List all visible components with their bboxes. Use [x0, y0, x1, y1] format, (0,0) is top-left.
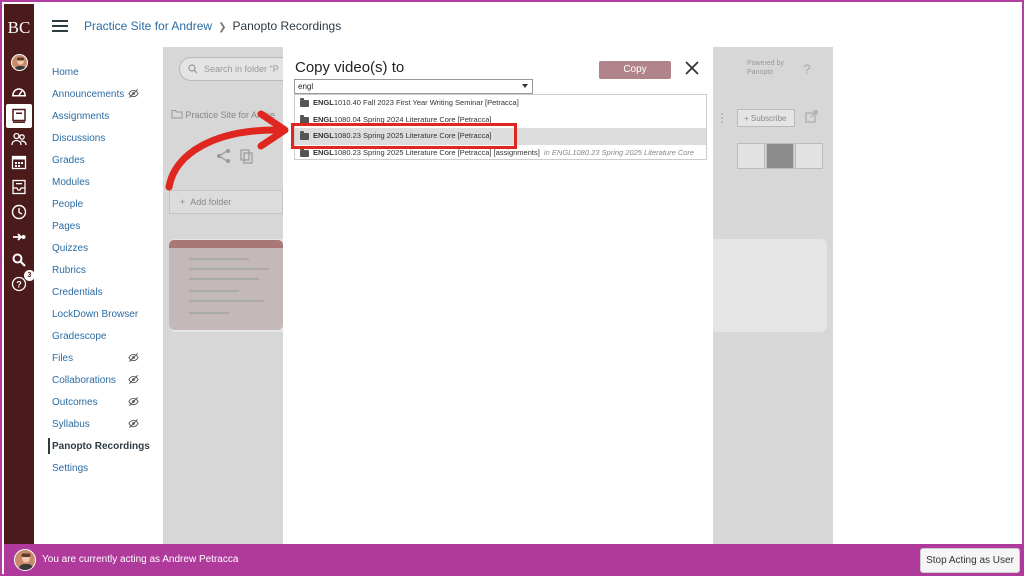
course-nav-grades[interactable]: Grades — [52, 154, 152, 176]
course-nav-quizzes[interactable]: Quizzes — [52, 242, 152, 264]
course-nav-announcements[interactable]: Announcements — [52, 88, 152, 110]
breadcrumb-course-link[interactable]: Practice Site for Andrew — [84, 19, 212, 33]
option-code: ENGL — [313, 98, 334, 107]
course-nav-label: Settings — [52, 463, 89, 474]
course-nav-pages[interactable]: Pages — [52, 220, 152, 242]
course-nav-lockdown-browser[interactable]: LockDown Browser — [52, 308, 152, 330]
session-thumbnail[interactable] — [169, 240, 283, 330]
subscribe-button[interactable]: + Subscribe — [737, 109, 795, 127]
acting-user-avatar — [14, 549, 36, 571]
course-nav-label: Rubrics — [52, 265, 86, 276]
dropdown-arrow-icon[interactable] — [522, 84, 528, 88]
course-nav-modules[interactable]: Modules — [52, 176, 152, 198]
destination-search-value: engl — [298, 82, 314, 91]
course-nav-label: Pages — [52, 221, 81, 232]
course-nav-rubrics[interactable]: Rubrics — [52, 264, 152, 286]
view-list-button[interactable] — [795, 143, 823, 169]
acting-as-message: You are currently acting as Andrew Petra… — [42, 554, 239, 565]
course-nav-people[interactable]: People — [52, 198, 152, 220]
course-nav-outcomes[interactable]: Outcomes — [52, 396, 152, 418]
dialog-title: Copy video(s) to — [295, 59, 405, 76]
course-nav-label: Credentials — [52, 287, 103, 298]
course-nav-label: Discussions — [52, 133, 106, 144]
course-nav-label: Grades — [52, 155, 85, 166]
search-icon — [188, 64, 198, 74]
add-folder-label: Add folder — [190, 197, 232, 207]
view-grid-button[interactable] — [737, 143, 765, 169]
subscribe-label: Subscribe — [750, 114, 787, 123]
course-nav-label: Assignments — [52, 111, 110, 122]
view-details-button[interactable] — [766, 143, 794, 169]
course-nav-panopto-recordings[interactable]: Panopto Recordings — [48, 438, 152, 462]
dashboard-icon[interactable] — [11, 84, 27, 100]
panopto-help-button[interactable]: ? — [803, 61, 811, 77]
folder-icon — [300, 147, 309, 157]
hidden-eye-icon — [128, 396, 139, 407]
svg-text:?: ? — [16, 280, 22, 290]
groups-icon[interactable] — [11, 131, 27, 147]
course-nav-discussions[interactable]: Discussions — [52, 132, 152, 154]
acting-as-user-bar: You are currently acting as Andrew Petra… — [4, 544, 1024, 576]
open-external-icon[interactable] — [805, 110, 818, 123]
course-nav-credentials[interactable]: Credentials — [52, 286, 152, 308]
screen-frame: BC ? 3 Practice Site for Andrew ❯ Panopt… — [0, 0, 1024, 576]
course-nav-label: Files — [52, 353, 74, 364]
option-name: 1010.40 Fall 2023 First Year Writing Sem… — [333, 98, 519, 107]
option-location: in ENGL1080.23 Spring 2025 Literature Co… — [543, 147, 695, 157]
course-nav-toggle-icon[interactable] — [52, 20, 68, 32]
course-nav-collaborations[interactable]: Collaborations — [52, 374, 152, 396]
course-nav-files[interactable]: Files — [52, 352, 152, 374]
institution-logo[interactable]: BC — [4, 18, 34, 38]
breadcrumb-separator-icon: ❯ — [218, 22, 227, 33]
external-tool-icon[interactable] — [11, 229, 27, 245]
help-notification-badge: 3 — [24, 270, 35, 281]
inbox-icon[interactable] — [11, 179, 27, 195]
course-nav-label: Modules — [52, 177, 90, 188]
folder-icon — [300, 98, 309, 107]
course-nav-label: LockDown Browser — [52, 309, 139, 320]
course-nav-label: People — [52, 199, 84, 210]
search-placeholder: Search in folder "P — [204, 64, 279, 74]
course-nav-label: Announcements — [52, 89, 125, 100]
course-nav-label: Home — [52, 67, 79, 78]
hidden-eye-icon — [128, 374, 139, 385]
search-icon[interactable] — [11, 252, 27, 268]
stop-acting-button[interactable]: Stop Acting as User — [920, 548, 1020, 573]
course-nav-home[interactable]: Home — [52, 66, 152, 88]
course-nav-label: Quizzes — [52, 243, 89, 254]
highlight-box — [291, 123, 517, 149]
copy-videos-dialog: Copy video(s) to Copy engl ENGL1010.40 F… — [283, 47, 713, 544]
course-nav-label: Panopto Recordings — [52, 441, 150, 452]
history-icon[interactable] — [11, 204, 27, 220]
course-nav-settings[interactable]: Settings — [52, 462, 152, 484]
course-nav-label: Outcomes — [52, 397, 98, 408]
breadcrumb: Practice Site for Andrew ❯ Panopto Recordi… — [84, 19, 341, 33]
course-nav-gradescope[interactable]: Gradescope — [52, 330, 152, 352]
global-nav: BC ? 3 — [4, 4, 35, 544]
copy-button[interactable]: Copy — [599, 61, 671, 79]
course-nav: Home Announcements Assignments Discussio… — [48, 66, 152, 484]
hidden-eye-icon — [128, 88, 139, 99]
course-nav-label: Gradescope — [52, 331, 107, 342]
hidden-eye-icon — [128, 418, 139, 429]
more-options-icon[interactable]: ⋮ — [716, 111, 728, 125]
hidden-eye-icon — [128, 352, 139, 363]
course-nav-assignments[interactable]: Assignments — [52, 110, 152, 132]
destination-option[interactable]: ENGL1010.40 Fall 2023 First Year Writing… — [295, 95, 706, 112]
account-avatar[interactable] — [11, 54, 28, 71]
destination-search-input[interactable]: engl — [294, 79, 533, 94]
course-nav-label: Syllabus — [52, 419, 90, 430]
panopto-search-input[interactable]: Search in folder "P — [179, 57, 299, 81]
annotation-arrow-icon — [165, 110, 289, 191]
calendar-icon[interactable] — [11, 154, 27, 170]
course-nav-label: Collaborations — [52, 375, 116, 386]
close-icon[interactable] — [684, 60, 700, 76]
powered-by-panopto: Powered by Panopto — [747, 60, 784, 76]
courses-icon[interactable] — [6, 104, 32, 128]
breadcrumb-current-page: Panopto Recordings — [232, 19, 342, 33]
course-nav-syllabus[interactable]: Syllabus — [52, 418, 152, 440]
